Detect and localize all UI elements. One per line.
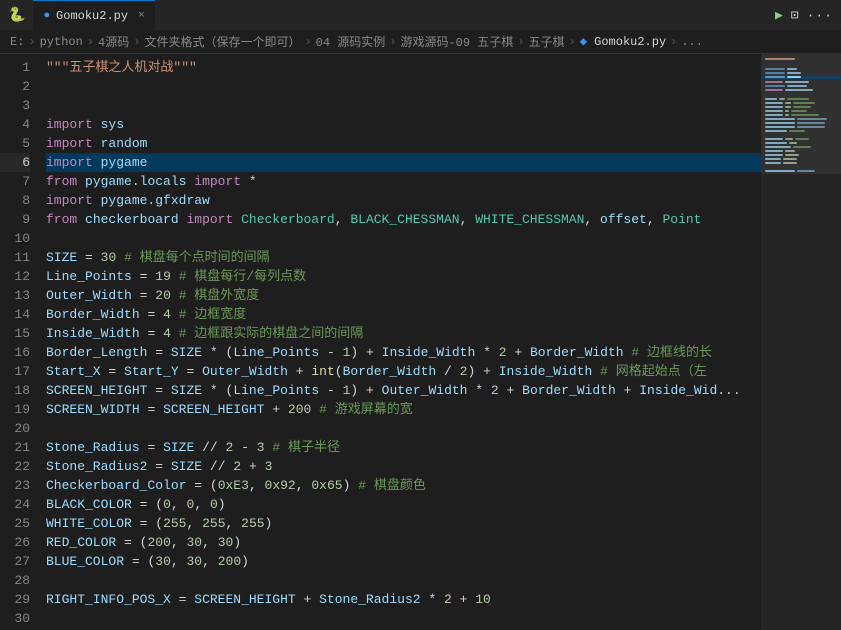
code-line-9: from checkerboard import Checkerboard, B… bbox=[46, 210, 761, 229]
line-num-19: 19 bbox=[0, 400, 30, 419]
code-line-5: import random bbox=[46, 134, 761, 153]
line-num-1: 1 bbox=[0, 58, 30, 77]
code-line-24: BLACK_COLOR = (0, 0, 0) bbox=[46, 495, 761, 514]
code-line-10 bbox=[46, 229, 761, 248]
code-line-16: Border_Length = SIZE * (Line_Points - 1)… bbox=[46, 343, 761, 362]
line-num-28: 28 bbox=[0, 571, 30, 590]
window-icon: 🐍 bbox=[8, 7, 25, 24]
breadcrumb-item[interactable]: 五子棋 bbox=[528, 33, 564, 50]
line-num-24: 24 bbox=[0, 495, 30, 514]
line-num-12: 12 bbox=[0, 267, 30, 286]
code-line-4: import sys bbox=[46, 115, 761, 134]
breadcrumb: E: › python › 4源码 › 文件夹格式（保存一个即可） › 04 源… bbox=[0, 30, 841, 54]
code-line-23: Checkerboard_Color = (0xE3, 0x92, 0x65) … bbox=[46, 476, 761, 495]
line-num-18: 18 bbox=[0, 381, 30, 400]
line-num-27: 27 bbox=[0, 552, 30, 571]
line-num-21: 21 bbox=[0, 438, 30, 457]
code-line-21: Stone_Radius = SIZE // 2 - 3 # 棋子半径 bbox=[46, 438, 761, 457]
code-line-29: RIGHT_INFO_POS_X = SCREEN_HEIGHT + Stone… bbox=[46, 590, 761, 609]
line-num-5: 5 bbox=[0, 134, 30, 153]
code-line-7: from pygame.locals import * bbox=[46, 172, 761, 191]
editor-tab[interactable]: ● Gomoku2.py × bbox=[33, 0, 154, 30]
line-num-15: 15 bbox=[0, 324, 30, 343]
breadcrumb-more: ... bbox=[681, 35, 703, 49]
code-line-20 bbox=[46, 419, 761, 438]
line-num-22: 22 bbox=[0, 457, 30, 476]
code-line-28 bbox=[46, 571, 761, 590]
code-line-26: RED_COLOR = (200, 30, 30) bbox=[46, 533, 761, 552]
split-icon[interactable]: ⊡ bbox=[791, 8, 799, 23]
line-num-17: 17 bbox=[0, 362, 30, 381]
code-line-17: Start_X = Start_Y = Outer_Width + int(Bo… bbox=[46, 362, 761, 381]
code-line-1: """五子棋之人机对战""" bbox=[46, 58, 761, 77]
line-num-14: 14 bbox=[0, 305, 30, 324]
line-num-26: 26 bbox=[0, 533, 30, 552]
code-line-25: WHITE_COLOR = (255, 255, 255) bbox=[46, 514, 761, 533]
code-line-11: SIZE = 30 # 棋盘每个点时间的间隔 bbox=[46, 248, 761, 267]
code-line-22: Stone_Radius2 = SIZE // 2 + 3 bbox=[46, 457, 761, 476]
line-num-4: 4 bbox=[0, 115, 30, 134]
tab-file-icon: ● bbox=[43, 10, 50, 22]
line-num-20: 20 bbox=[0, 419, 30, 438]
code-area[interactable]: 1 2 3 4 5 6 7 8 9 10 11 12 13 14 15 16 1… bbox=[0, 54, 761, 630]
line-num-2: 2 bbox=[0, 77, 30, 96]
code-line-6: import pygame bbox=[46, 153, 761, 172]
line-num-10: 10 bbox=[0, 229, 30, 248]
line-numbers: 1 2 3 4 5 6 7 8 9 10 11 12 13 14 15 16 1… bbox=[0, 54, 38, 630]
line-num-7: 7 bbox=[0, 172, 30, 191]
code-line-14: Border_Width = 4 # 边框宽度 bbox=[46, 305, 761, 324]
line-num-8: 8 bbox=[0, 191, 30, 210]
minimap-canvas bbox=[761, 54, 841, 630]
line-num-13: 13 bbox=[0, 286, 30, 305]
tab-label: Gomoku2.py bbox=[56, 9, 128, 23]
line-num-6: 6 bbox=[0, 153, 30, 172]
code-line-15: Inside_Width = 4 # 边框跟实际的棋盘之间的间隔 bbox=[46, 324, 761, 343]
code-line-3 bbox=[46, 96, 761, 115]
code-line-27: BLUE_COLOR = (30, 30, 200) bbox=[46, 552, 761, 571]
tab-close-button[interactable]: × bbox=[138, 10, 145, 22]
line-num-16: 16 bbox=[0, 343, 30, 362]
breadcrumb-item[interactable]: 游戏源码-09 五子棋 bbox=[400, 33, 513, 50]
breadcrumb-item[interactable]: 4源码 bbox=[98, 33, 129, 50]
code-line-2 bbox=[46, 77, 761, 96]
title-bar: 🐍 ● Gomoku2.py × ▶ ⊡ ··· bbox=[0, 0, 841, 30]
line-num-9: 9 bbox=[0, 210, 30, 229]
line-num-29: 29 bbox=[0, 590, 30, 609]
line-num-25: 25 bbox=[0, 514, 30, 533]
line-num-23: 23 bbox=[0, 476, 30, 495]
code-line-8: import pygame.gfxdraw bbox=[46, 191, 761, 210]
line-num-30: 30 bbox=[0, 609, 30, 628]
code-line-19: SCREEN_WIDTH = SCREEN_HEIGHT + 200 # 游戏屏… bbox=[46, 400, 761, 419]
run-icon[interactable]: ▶ bbox=[775, 8, 783, 23]
more-icon[interactable]: ··· bbox=[807, 8, 833, 23]
breadcrumb-item[interactable]: E: bbox=[10, 35, 24, 49]
code-content[interactable]: """五子棋之人机对战""" import sys import random … bbox=[38, 54, 761, 630]
line-num-3: 3 bbox=[0, 96, 30, 115]
breadcrumb-file[interactable]: ◆ Gomoku2.py bbox=[580, 34, 666, 49]
breadcrumb-item[interactable]: 04 源码实例 bbox=[316, 33, 386, 50]
editor-container: 1 2 3 4 5 6 7 8 9 10 11 12 13 14 15 16 1… bbox=[0, 54, 841, 630]
code-line-13: Outer_Width = 20 # 棋盘外宽度 bbox=[46, 286, 761, 305]
breadcrumb-item[interactable]: python bbox=[40, 35, 83, 49]
minimap[interactable] bbox=[761, 54, 841, 630]
code-line-30 bbox=[46, 609, 761, 628]
title-bar-actions: ▶ ⊡ ··· bbox=[775, 8, 833, 23]
breadcrumb-item[interactable]: 文件夹格式（保存一个即可） bbox=[144, 33, 300, 50]
code-line-18: SCREEN_HEIGHT = SIZE * (Line_Points - 1)… bbox=[46, 381, 761, 400]
line-num-11: 11 bbox=[0, 248, 30, 267]
code-line-12: Line_Points = 19 # 棋盘每行/每列点数 bbox=[46, 267, 761, 286]
